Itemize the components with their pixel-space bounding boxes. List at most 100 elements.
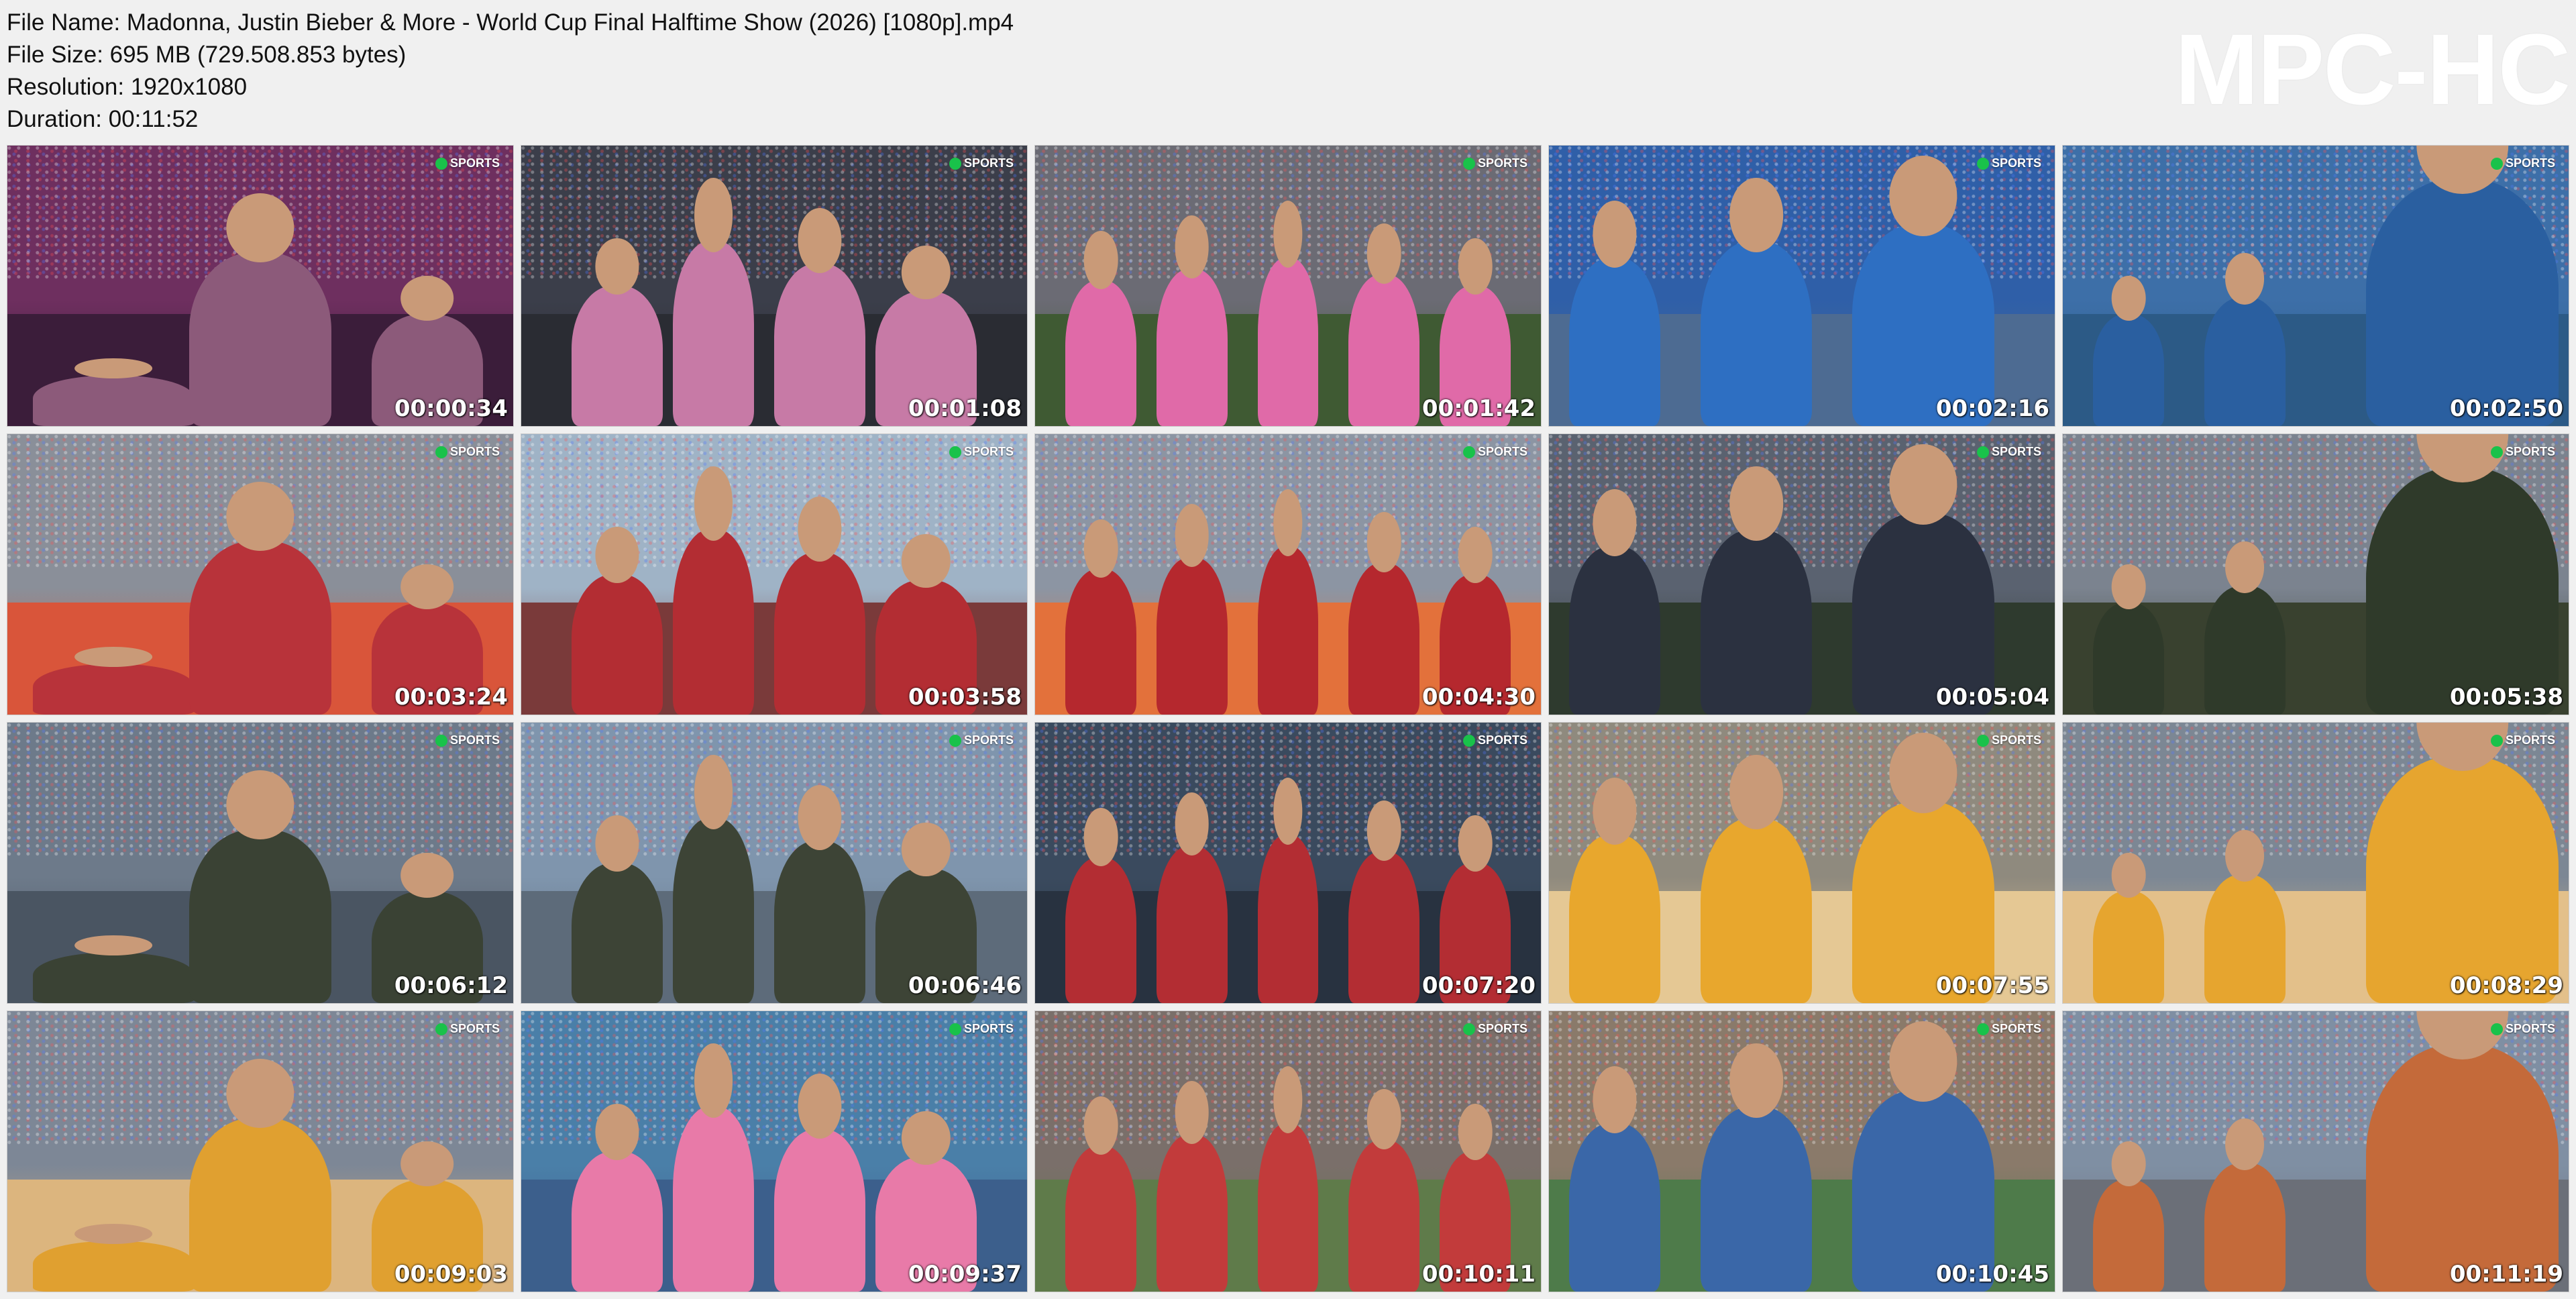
video-thumbnail[interactable]: SPORTS 00:07:20 — [1034, 722, 1542, 1004]
channel-logo-text: SPORTS — [449, 156, 500, 170]
performer-figure — [1701, 1106, 1813, 1292]
performer-figure — [1701, 818, 1813, 1003]
video-thumbnail[interactable]: SPORTS 00:05:04 — [1548, 433, 2055, 715]
channel-logo: SPORTS — [1976, 445, 2041, 459]
channel-logo: SPORTS — [435, 733, 500, 747]
channel-logo: SPORTS — [1976, 1022, 2041, 1036]
channel-logo-text: SPORTS — [2505, 733, 2555, 747]
video-thumbnail[interactable]: SPORTS 00:06:12 — [7, 722, 514, 1004]
performer-figure — [2366, 1045, 2559, 1292]
thumbnail-timestamp: 00:03:24 — [394, 684, 508, 711]
performer-figure — [774, 552, 865, 715]
thumbnail-frame — [7, 434, 513, 715]
video-thumbnail[interactable]: SPORTS 00:03:58 — [521, 433, 1028, 715]
thumbnail-timestamp: 00:10:45 — [1935, 1261, 2049, 1288]
thumbnail-timestamp: 00:04:30 — [1421, 684, 1536, 711]
channel-logo-text: SPORTS — [963, 733, 1014, 747]
channel-logo: SPORTS — [2490, 1022, 2555, 1036]
performer-figure — [2093, 602, 2164, 715]
tv-sports-icon — [949, 446, 961, 458]
performer-figure — [189, 829, 331, 1003]
performer-figure — [32, 1241, 195, 1292]
tv-sports-icon — [435, 157, 447, 170]
video-thumbnail[interactable]: SPORTS 00:10:11 — [1034, 1010, 1542, 1292]
performer-figure — [572, 863, 663, 1003]
thumbnail-frame — [1035, 434, 1541, 715]
performer-figure — [2204, 297, 2286, 426]
performer-figure — [673, 529, 754, 715]
thumbnail-frame — [1035, 723, 1541, 1003]
performer-figure — [2366, 756, 2559, 1003]
tv-sports-icon — [949, 734, 961, 747]
performer-figure — [673, 1106, 754, 1292]
thumbnail-timestamp: 00:06:12 — [394, 972, 508, 999]
channel-logo-text: SPORTS — [1477, 1022, 1527, 1035]
thumbnail-timestamp: 00:01:42 — [1421, 395, 1536, 422]
performer-figure — [1156, 557, 1228, 715]
performer-figure — [1156, 845, 1228, 1003]
tv-sports-icon — [1462, 446, 1475, 458]
thumbnail-frame — [2063, 434, 2569, 715]
video-thumbnail[interactable]: SPORTS 00:02:50 — [2062, 145, 2569, 427]
channel-logo: SPORTS — [1462, 156, 1527, 170]
video-thumbnail[interactable]: SPORTS 00:04:30 — [1034, 433, 1542, 715]
thumbnail-frame — [2063, 146, 2569, 426]
performer-figure — [1569, 1123, 1660, 1292]
video-thumbnail[interactable]: SPORTS 00:06:46 — [521, 722, 1028, 1004]
video-thumbnail[interactable]: SPORTS 00:09:03 — [7, 1010, 514, 1292]
thumbnail-timestamp: 00:11:19 — [2449, 1261, 2563, 1288]
thumbnail-frame — [7, 723, 513, 1003]
video-thumbnail[interactable]: SPORTS 00:01:08 — [521, 145, 1028, 427]
channel-logo-text: SPORTS — [963, 1022, 1014, 1035]
channel-logo-text: SPORTS — [1991, 733, 2041, 747]
video-thumbnail[interactable]: SPORTS 00:02:16 — [1548, 145, 2055, 427]
performer-figure — [1348, 1140, 1420, 1292]
thumbnail-timestamp: 00:02:50 — [2449, 395, 2563, 422]
channel-logo: SPORTS — [949, 445, 1014, 459]
performer-figure — [1257, 835, 1319, 1003]
video-thumbnail[interactable]: SPORTS 00:00:34 — [7, 145, 514, 427]
video-thumbnail[interactable]: SPORTS 00:11:19 — [2062, 1010, 2569, 1292]
thumbnail-timestamp: 00:05:04 — [1935, 684, 2049, 711]
thumbnail-frame — [1035, 146, 1541, 426]
thumbnail-timestamp: 00:00:34 — [394, 395, 508, 422]
performer-figure — [774, 263, 865, 426]
video-thumbnail[interactable]: SPORTS 00:03:24 — [7, 433, 514, 715]
thumbnail-timestamp: 00:07:55 — [1935, 972, 2049, 999]
performer-figure — [2366, 179, 2559, 426]
channel-logo-text: SPORTS — [449, 445, 500, 458]
video-thumbnail[interactable]: SPORTS 00:09:37 — [521, 1010, 1028, 1292]
video-thumbnail[interactable]: SPORTS 00:10:45 — [1548, 1010, 2055, 1292]
performer-figure — [1569, 835, 1660, 1003]
thumbnail-frame — [1549, 723, 2055, 1003]
duration-line: Duration: 00:11:52 — [7, 106, 199, 132]
channel-logo: SPORTS — [435, 1022, 500, 1036]
performer-figure — [673, 241, 754, 426]
thumbnail-timestamp: 00:08:29 — [2449, 972, 2563, 999]
tv-sports-icon — [1976, 734, 1989, 747]
video-thumbnail[interactable]: SPORTS 00:08:29 — [2062, 722, 2569, 1004]
performer-figure — [1065, 568, 1136, 715]
resolution-line: Resolution: 1920x1080 — [7, 74, 248, 100]
thumbnail-timestamp: 00:09:03 — [394, 1261, 508, 1288]
thumbnail-timestamp: 00:05:38 — [2449, 684, 2563, 711]
performer-figure — [1569, 546, 1660, 715]
performer-figure — [1257, 546, 1319, 715]
video-thumbnail[interactable]: SPORTS 00:01:42 — [1034, 145, 1542, 427]
thumbnail-frame — [521, 146, 1027, 426]
tv-sports-icon — [949, 157, 961, 170]
thumbnail-timestamp: 00:02:16 — [1935, 395, 2049, 422]
channel-logo: SPORTS — [435, 156, 500, 170]
performer-figure — [2093, 890, 2164, 1003]
performer-figure — [2204, 585, 2286, 715]
channel-logo: SPORTS — [2490, 156, 2555, 170]
tv-sports-icon — [1462, 157, 1475, 170]
performer-figure — [1569, 258, 1660, 426]
video-thumbnail[interactable]: SPORTS 00:05:38 — [2062, 433, 2569, 715]
performer-figure — [572, 286, 663, 426]
channel-logo-text: SPORTS — [963, 445, 1014, 458]
thumbnail-frame — [7, 1011, 513, 1292]
tv-sports-icon — [435, 446, 447, 458]
thumbnail-frame — [1549, 1011, 2055, 1292]
video-thumbnail[interactable]: SPORTS 00:07:55 — [1548, 722, 2055, 1004]
